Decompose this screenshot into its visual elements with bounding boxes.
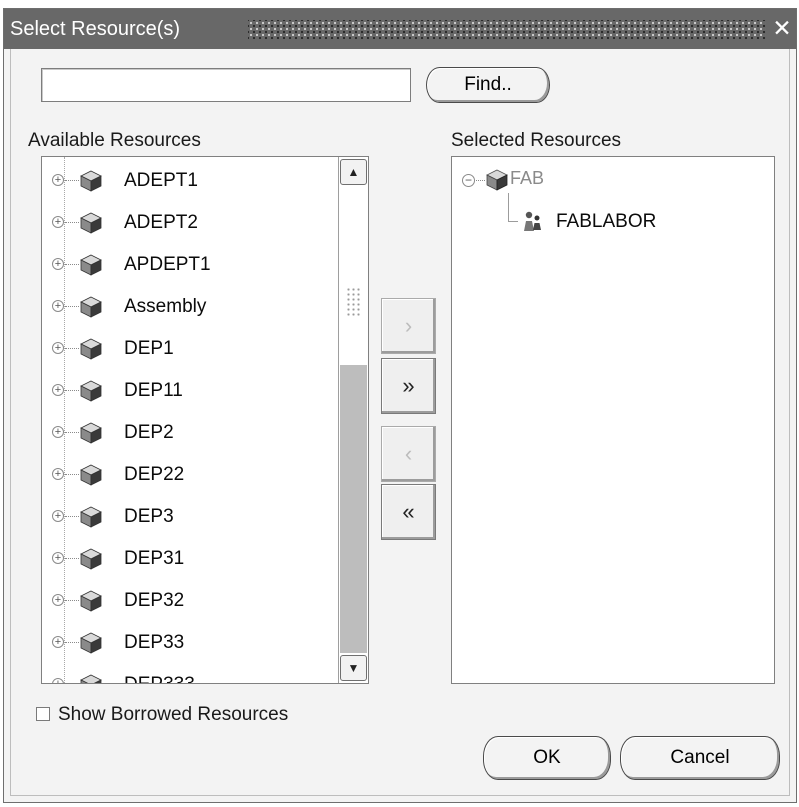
tree-connector xyxy=(65,558,79,559)
tree-item[interactable]: + ADEPT1 xyxy=(42,161,338,201)
close-icon[interactable]: ✕ xyxy=(771,15,793,41)
selected-resources-tree[interactable]: − FAB FABLABOR xyxy=(451,156,775,684)
expand-icon[interactable]: + xyxy=(52,384,64,396)
tree-item[interactable]: + DEP11 xyxy=(42,371,338,411)
department-cube-icon xyxy=(80,380,102,402)
tree-item[interactable]: + DEP32 xyxy=(42,581,338,621)
department-cube-icon xyxy=(80,674,102,683)
move-right-button[interactable]: › xyxy=(381,298,436,354)
department-cube-icon xyxy=(80,464,102,486)
tree-item-label: APDEPT1 xyxy=(124,254,211,275)
title-bar[interactable]: Select Resource(s) ✕ xyxy=(4,9,796,49)
tree-item-label: DEP32 xyxy=(124,590,185,611)
tree-item-label: DEP3 xyxy=(124,506,174,527)
title-drag-grip[interactable] xyxy=(248,20,766,39)
expand-icon[interactable]: + xyxy=(52,594,64,606)
cancel-button[interactable]: Cancel xyxy=(620,736,780,780)
move-all-right-button[interactable]: » xyxy=(381,358,436,414)
tree-item-label: DEP31 xyxy=(124,548,185,569)
expand-icon[interactable]: + xyxy=(52,552,64,564)
collapse-icon[interactable]: − xyxy=(462,174,475,187)
window-title: Select Resource(s) xyxy=(10,18,181,40)
tree-connector xyxy=(65,264,79,265)
scroll-up-icon[interactable]: ▲ xyxy=(340,159,367,185)
available-resources-list: + ADEPT1 + ADEPT2 + APDEPT1 + Assembly + DEP1 + DEP… xyxy=(42,157,338,683)
tree-connector xyxy=(65,642,79,643)
tree-item[interactable]: + DEP33 xyxy=(42,623,338,663)
tree-item[interactable]: + DEP2 xyxy=(42,413,338,453)
show-borrowed-checkbox[interactable] xyxy=(36,707,50,721)
tree-item-label: DEP33 xyxy=(124,632,185,653)
find-input[interactable] xyxy=(41,68,411,102)
show-borrowed-label[interactable]: Show Borrowed Resources xyxy=(58,704,288,726)
tree-item-label: DEP333 xyxy=(124,674,195,683)
move-all-left-button[interactable]: « xyxy=(381,484,436,540)
scroll-down-icon[interactable]: ▼ xyxy=(340,655,367,681)
tree-item[interactable]: + DEP22 xyxy=(42,455,338,495)
department-cube-icon xyxy=(486,169,508,191)
tree-item-label: DEP1 xyxy=(124,338,174,359)
tree-item[interactable]: + DEP333 xyxy=(42,665,338,683)
expand-icon[interactable]: + xyxy=(52,342,64,354)
expand-icon[interactable]: + xyxy=(52,300,64,312)
tree-connector xyxy=(65,516,79,517)
expand-icon[interactable]: + xyxy=(52,636,64,648)
tree-item-label: ADEPT2 xyxy=(124,212,198,233)
tree-connector xyxy=(508,221,518,222)
tree-connector xyxy=(65,222,79,223)
department-cube-icon xyxy=(80,632,102,654)
department-cube-icon xyxy=(80,422,102,444)
expand-icon[interactable]: + xyxy=(52,678,64,683)
tree-item-label: DEP22 xyxy=(124,464,185,485)
scroll-thumb-grip xyxy=(346,287,362,317)
available-resources-tree[interactable]: + ADEPT1 + ADEPT2 + APDEPT1 + Assembly + DEP1 + DEP… xyxy=(41,156,369,684)
available-resources-label: Available Resources xyxy=(28,130,201,151)
selected-child-label[interactable]: FABLABOR xyxy=(556,211,656,233)
tree-connector xyxy=(65,432,79,433)
move-left-button[interactable]: ‹ xyxy=(381,426,436,482)
find-button[interactable]: Find.. xyxy=(426,67,550,103)
vertical-scrollbar[interactable]: ▲ ▼ xyxy=(338,157,368,683)
tree-connector xyxy=(508,193,509,221)
expand-icon[interactable]: + xyxy=(52,468,64,480)
expand-icon[interactable]: + xyxy=(52,426,64,438)
tree-connector xyxy=(476,180,485,181)
expand-icon[interactable]: + xyxy=(52,216,64,228)
scroll-thumb[interactable] xyxy=(340,187,367,365)
tree-item[interactable]: + DEP31 xyxy=(42,539,338,579)
tree-item-label: ADEPT1 xyxy=(124,170,198,191)
selected-resources-label: Selected Resources xyxy=(451,130,622,151)
tree-item[interactable]: + DEP1 xyxy=(42,329,338,369)
department-cube-icon xyxy=(80,590,102,612)
expand-icon[interactable]: + xyxy=(52,174,64,186)
department-cube-icon xyxy=(80,548,102,570)
tree-item-label: DEP11 xyxy=(124,380,183,401)
tree-item[interactable]: + APDEPT1 xyxy=(42,245,338,285)
tree-connector xyxy=(65,390,79,391)
tree-connector xyxy=(65,474,79,475)
department-cube-icon xyxy=(80,212,102,234)
expand-icon[interactable]: + xyxy=(52,258,64,270)
tree-item[interactable]: + ADEPT2 xyxy=(42,203,338,243)
selected-root-label[interactable]: FAB xyxy=(510,168,544,189)
tree-item[interactable]: + Assembly xyxy=(42,287,338,327)
tree-item[interactable]: + DEP3 xyxy=(42,497,338,537)
ok-button[interactable]: OK xyxy=(483,736,611,780)
scroll-track[interactable] xyxy=(340,365,367,653)
tree-connector xyxy=(65,348,79,349)
department-cube-icon xyxy=(80,338,102,360)
tree-item-label: Assembly xyxy=(124,296,207,317)
tree-connector xyxy=(65,306,79,307)
department-cube-icon xyxy=(80,296,102,318)
tree-item-label: DEP2 xyxy=(124,422,174,443)
department-cube-icon xyxy=(80,506,102,528)
tree-connector xyxy=(65,600,79,601)
person-resource-icon xyxy=(524,211,541,231)
department-cube-icon xyxy=(80,170,102,192)
expand-icon[interactable]: + xyxy=(52,510,64,522)
tree-connector xyxy=(65,180,79,181)
department-cube-icon xyxy=(80,254,102,276)
